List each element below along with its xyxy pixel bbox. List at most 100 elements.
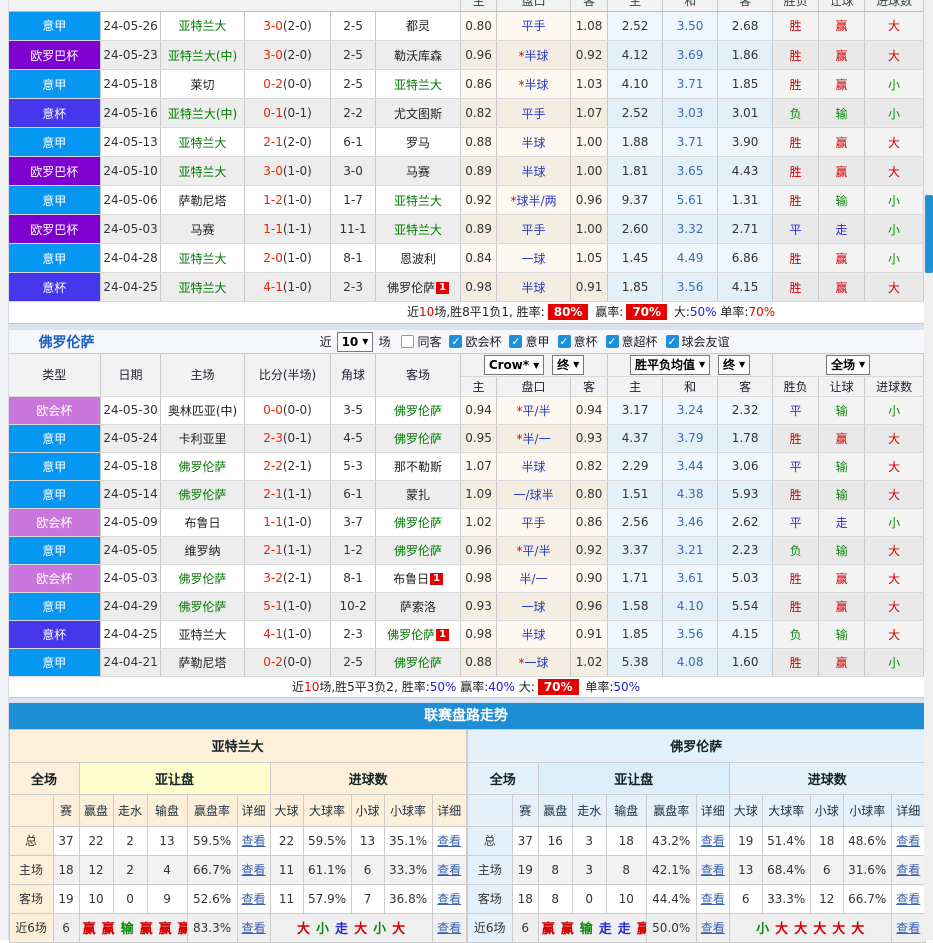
result-handicap: 赢 [819, 648, 865, 676]
stat-col-header: 大球率 [762, 794, 810, 826]
corner-count: 3-0 [331, 157, 376, 186]
away-team-name: 佛罗伦萨 [394, 432, 442, 446]
trend-char: 赢 [561, 922, 574, 937]
halftime-score: (1-0) [283, 515, 312, 529]
euro-away-odds: 2.71 [718, 215, 773, 244]
summary-segment: 50% [430, 680, 457, 694]
away-team-name: 勒沃库森 [394, 49, 442, 63]
handicap-home-odds: 0.88 [461, 648, 497, 676]
halftime-score: (2-1) [283, 571, 312, 585]
match-date: 24-05-26 [101, 12, 161, 41]
atalanta-trend-table: 亚特兰大 全场 亚让盘 进球数 赛赢盘走水输盘赢盘率详细大球大球率小球小球率详细… [9, 729, 467, 943]
handicap-line: *平/半 [497, 536, 571, 564]
result-goals: 小 [865, 244, 924, 273]
corner-count: 8-1 [331, 244, 376, 273]
away-team: 布鲁日1 [376, 564, 461, 592]
near-label: 近 [320, 333, 332, 350]
euro-away-odds: 4.43 [718, 157, 773, 186]
view-link[interactable]: 查看 [701, 834, 725, 848]
stat-row-label: 近6场 [9, 913, 53, 942]
home-team-name: 亚特兰大 [179, 628, 227, 642]
match-date: 24-05-14 [101, 480, 161, 508]
view-link[interactable]: 查看 [437, 921, 461, 935]
halftime-score: (2-1) [283, 459, 312, 473]
red-card-badge: 1 [436, 282, 449, 294]
view-link[interactable]: 查看 [437, 834, 461, 848]
league-type: 意甲 [9, 592, 101, 620]
match-date: 24-05-18 [101, 70, 161, 99]
view-link[interactable]: 查看 [437, 863, 461, 877]
stat-col-header: 赢盘 [538, 794, 572, 826]
view-link[interactable]: 查看 [896, 834, 920, 848]
line-text: 平/半 [523, 544, 551, 558]
home-team-name: 佛罗伦萨 [179, 600, 227, 614]
stat-value: 8 [606, 855, 646, 884]
red-card-badge: 1 [436, 629, 449, 641]
scrollbar-thumb[interactable] [925, 195, 933, 273]
halftime-score: (2-0) [283, 19, 312, 33]
euro-away-odds: 3.01 [718, 99, 773, 128]
odds-stage-select[interactable]: 终▼ [552, 355, 584, 375]
filter-checkbox[interactable]: ✓ [558, 335, 571, 348]
view-link[interactable]: 查看 [896, 892, 920, 906]
odds-company-select[interactable]: Crow*▼ [484, 355, 545, 375]
handicap-away-odds: 0.92 [571, 41, 608, 70]
view-link[interactable]: 查看 [896, 921, 920, 935]
away-team-name: 佛罗伦萨 [387, 281, 435, 295]
result-handicap: 输 [819, 536, 865, 564]
view-link[interactable]: 查看 [701, 863, 725, 877]
filter-checkbox[interactable]: ✓ [606, 335, 619, 348]
stat-value: 8 [538, 855, 572, 884]
away-team-name: 佛罗伦萨 [394, 544, 442, 558]
handicap-away-odds: 0.91 [571, 620, 608, 648]
away-team: 马赛 [376, 157, 461, 186]
view-link[interactable]: 查看 [701, 892, 725, 906]
away-team-name: 恩波利 [400, 252, 436, 266]
euro-odds-select[interactable]: 胜平负均值▼ [630, 355, 710, 375]
line-text: 平手 [522, 516, 546, 530]
games-count-select[interactable]: 10▼ [337, 332, 374, 352]
stat-value: 10 [606, 884, 646, 913]
scrollbar[interactable] [924, 0, 933, 940]
fulltime-score: 1-1 [263, 515, 283, 529]
euro-draw-odds: 4.08 [663, 648, 718, 676]
filter-checkbox[interactable]: ✓ [449, 335, 462, 348]
view-link[interactable]: 查看 [437, 892, 461, 906]
match-date: 24-05-03 [101, 564, 161, 592]
result-handicap: 走 [819, 215, 865, 244]
fulltime-score: 2-1 [263, 543, 283, 557]
stat-col-header: 小球 [810, 794, 843, 826]
euro-home-odds: 1.88 [608, 128, 663, 157]
match-date: 24-04-21 [101, 648, 161, 676]
euro-away-odds: 3.06 [718, 452, 773, 480]
view-link[interactable]: 查看 [242, 921, 266, 935]
col-handicap-away: 客 [571, 376, 608, 396]
league-type: 意杯 [9, 99, 101, 128]
euro-draw-odds: 3.79 [663, 424, 718, 452]
euro-stage-select[interactable]: 终▼ [718, 355, 750, 375]
team-title-row: 佛罗伦萨 [467, 729, 925, 762]
match-row: 意甲24-05-05维罗纳2-1(1-1)1-2佛罗伦萨0.96*平/半0.92… [9, 536, 924, 564]
handicap-home-odds: 1.02 [461, 508, 497, 536]
corner-count: 2-3 [331, 620, 376, 648]
view-link[interactable]: 查看 [242, 834, 266, 848]
view-link[interactable]: 查看 [242, 892, 266, 906]
trend-char: 赢 [637, 922, 646, 937]
games-suffix-label: 场 [378, 333, 390, 350]
filter-checkbox[interactable] [401, 335, 414, 348]
filter-checkbox[interactable]: ✓ [509, 335, 522, 348]
match-row: 意甲24-05-06萨勒尼塔1-2(1-0)1-7亚特兰大0.92*球半/两0.… [9, 186, 924, 215]
view-link[interactable]: 查看 [242, 863, 266, 877]
view-cell: 查看 [696, 855, 729, 884]
col-result: 胜负 [773, 0, 819, 11]
filter-checkbox[interactable]: ✓ [666, 335, 679, 348]
corner-count: 2-2 [331, 99, 376, 128]
atalanta-summary: 近10场,胜8平1负1, 胜率:80% 赢率:70% 大:50% 单率:70% [9, 302, 924, 324]
stat-value: 50.0% [646, 913, 696, 942]
euro-home-odds: 2.60 [608, 215, 663, 244]
trend-char: 大 [832, 922, 845, 937]
view-link[interactable]: 查看 [701, 921, 725, 935]
view-link[interactable]: 查看 [896, 863, 920, 877]
scope-select[interactable]: 全场▼ [826, 355, 870, 375]
handicap-away-odds: 1.08 [571, 12, 608, 41]
